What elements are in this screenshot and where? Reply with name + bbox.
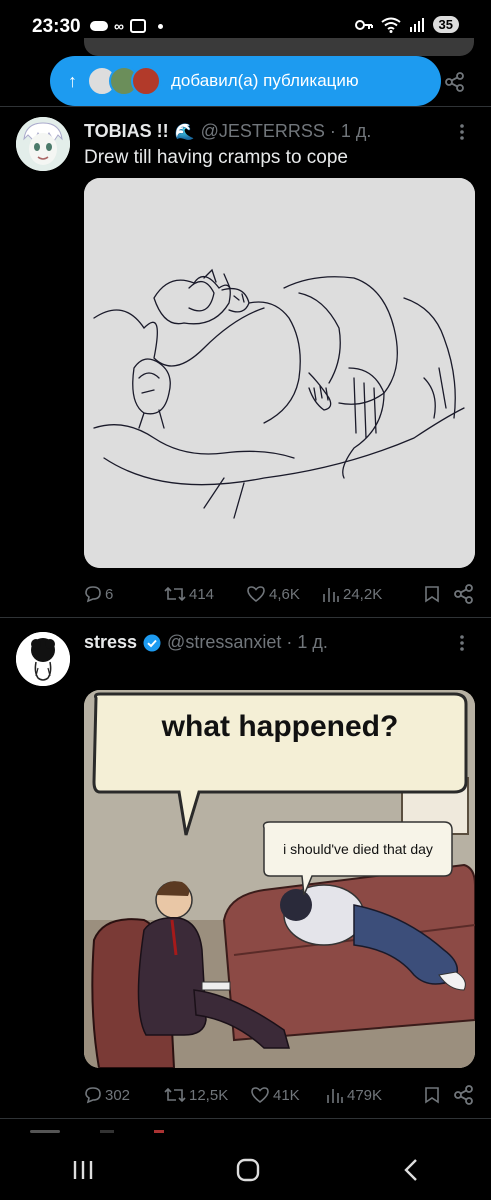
like-button[interactable]: 41K <box>250 1086 326 1104</box>
voicemail-icon: ∞ <box>114 18 124 34</box>
avatar <box>131 66 161 96</box>
repost-icon <box>164 586 186 602</box>
meme-top-text: what happened? <box>161 710 399 743</box>
wave-emoji: 🌊 <box>174 123 195 141</box>
share-icon[interactable] <box>454 1085 474 1105</box>
views-button[interactable]: 479K <box>326 1087 416 1104</box>
meme-comic <box>84 690 475 1068</box>
timestamp[interactable]: · 1 д. <box>330 121 372 142</box>
back-button[interactable] <box>401 1158 421 1182</box>
views-button[interactable]: 24,2K <box>322 586 416 603</box>
display-name[interactable]: TOBIAS !! <box>84 121 169 142</box>
tweet-text: Drew till having cramps to cope <box>84 147 348 168</box>
pill-label: добавил(а) публикацию <box>171 71 359 90</box>
pill-avatars <box>87 66 161 96</box>
reply-icon <box>85 1087 101 1104</box>
avatar[interactable] <box>16 632 70 686</box>
like-count: 41K <box>273 1086 300 1104</box>
handle[interactable]: @JESTERRSS <box>201 121 325 142</box>
like-button[interactable]: 4,6K <box>246 585 322 603</box>
system-icons: 35 <box>354 16 459 33</box>
shopping-bag-icon <box>129 19 146 33</box>
bookmark-icon[interactable] <box>424 585 440 603</box>
tweet-actions: 6 414 4,6K 24,2K <box>84 584 475 604</box>
repost-count: 414 <box>189 585 215 603</box>
more-options-icon[interactable] <box>459 634 465 652</box>
reply-icon <box>85 586 101 603</box>
handle[interactable]: @stressanxiet <box>167 632 281 653</box>
notification-icons: ∞ <box>90 18 163 34</box>
heart-icon <box>247 586 265 603</box>
tweet-image[interactable]: what happened? i should've died that day <box>84 690 475 1068</box>
meme-reply-text: i should've died that day <box>283 841 433 857</box>
reply-count: 302 <box>105 1086 131 1104</box>
views-icon <box>323 588 339 602</box>
clock: 23:30 <box>32 16 81 37</box>
more-options-icon[interactable] <box>459 123 465 141</box>
verified-badge-icon <box>143 634 161 651</box>
home-button[interactable] <box>236 1158 260 1182</box>
tweet[interactable]: TOBIAS !! 🌊 @JESTERRSS · 1 д. Drew till … <box>0 107 491 617</box>
tweet-header: TOBIAS !! 🌊 @JESTERRSS · 1 д. <box>84 121 371 142</box>
repost-button[interactable]: 414 <box>164 585 246 603</box>
more-notifications-icon <box>157 23 163 29</box>
recent-apps-button[interactable] <box>70 1159 96 1181</box>
cloud-icon <box>90 21 108 31</box>
tweet-header: stress @stressanxiet · 1 д. <box>84 632 328 653</box>
arrow-up-icon: ↑ <box>68 70 77 91</box>
battery-indicator: 35 <box>432 16 459 33</box>
tweet[interactable]: stress @stressanxiet · 1 д. what happene… <box>0 618 491 1118</box>
share-icon[interactable] <box>454 584 474 604</box>
system-navigation-bar <box>0 1140 491 1200</box>
repost-icon <box>164 1087 186 1103</box>
repost-count: 12,5K <box>189 1086 229 1104</box>
key-icon <box>354 19 373 30</box>
reply-count: 6 <box>105 585 114 603</box>
avatar[interactable] <box>16 117 70 171</box>
views-icon <box>327 1089 343 1103</box>
sketch-drawing <box>84 178 475 568</box>
view-count: 479K <box>347 1086 383 1104</box>
timestamp[interactable]: · 1 д. <box>286 632 328 653</box>
next-tweet-fragment[interactable] <box>30 1130 280 1136</box>
reply-button[interactable]: 6 <box>84 585 164 603</box>
reply-button[interactable]: 302 <box>84 1086 164 1104</box>
tweet-actions: 302 12,5K 41K 479K <box>84 1085 475 1105</box>
repost-button[interactable]: 12,5K <box>164 1086 250 1104</box>
wifi-icon <box>380 17 401 33</box>
bookmark-icon[interactable] <box>424 1086 440 1104</box>
divider <box>0 1118 491 1119</box>
tweet-image[interactable] <box>84 178 475 568</box>
new-posts-pill[interactable]: ↑ добавил(а) публикацию <box>50 56 441 106</box>
view-count: 24,2K <box>343 585 383 603</box>
heart-icon <box>251 1087 269 1104</box>
like-count: 4,6K <box>269 585 300 603</box>
previous-post-media[interactable] <box>84 38 474 56</box>
display-name[interactable]: stress <box>84 632 137 653</box>
signal-icon <box>409 17 424 32</box>
share-icon[interactable] <box>445 72 465 92</box>
